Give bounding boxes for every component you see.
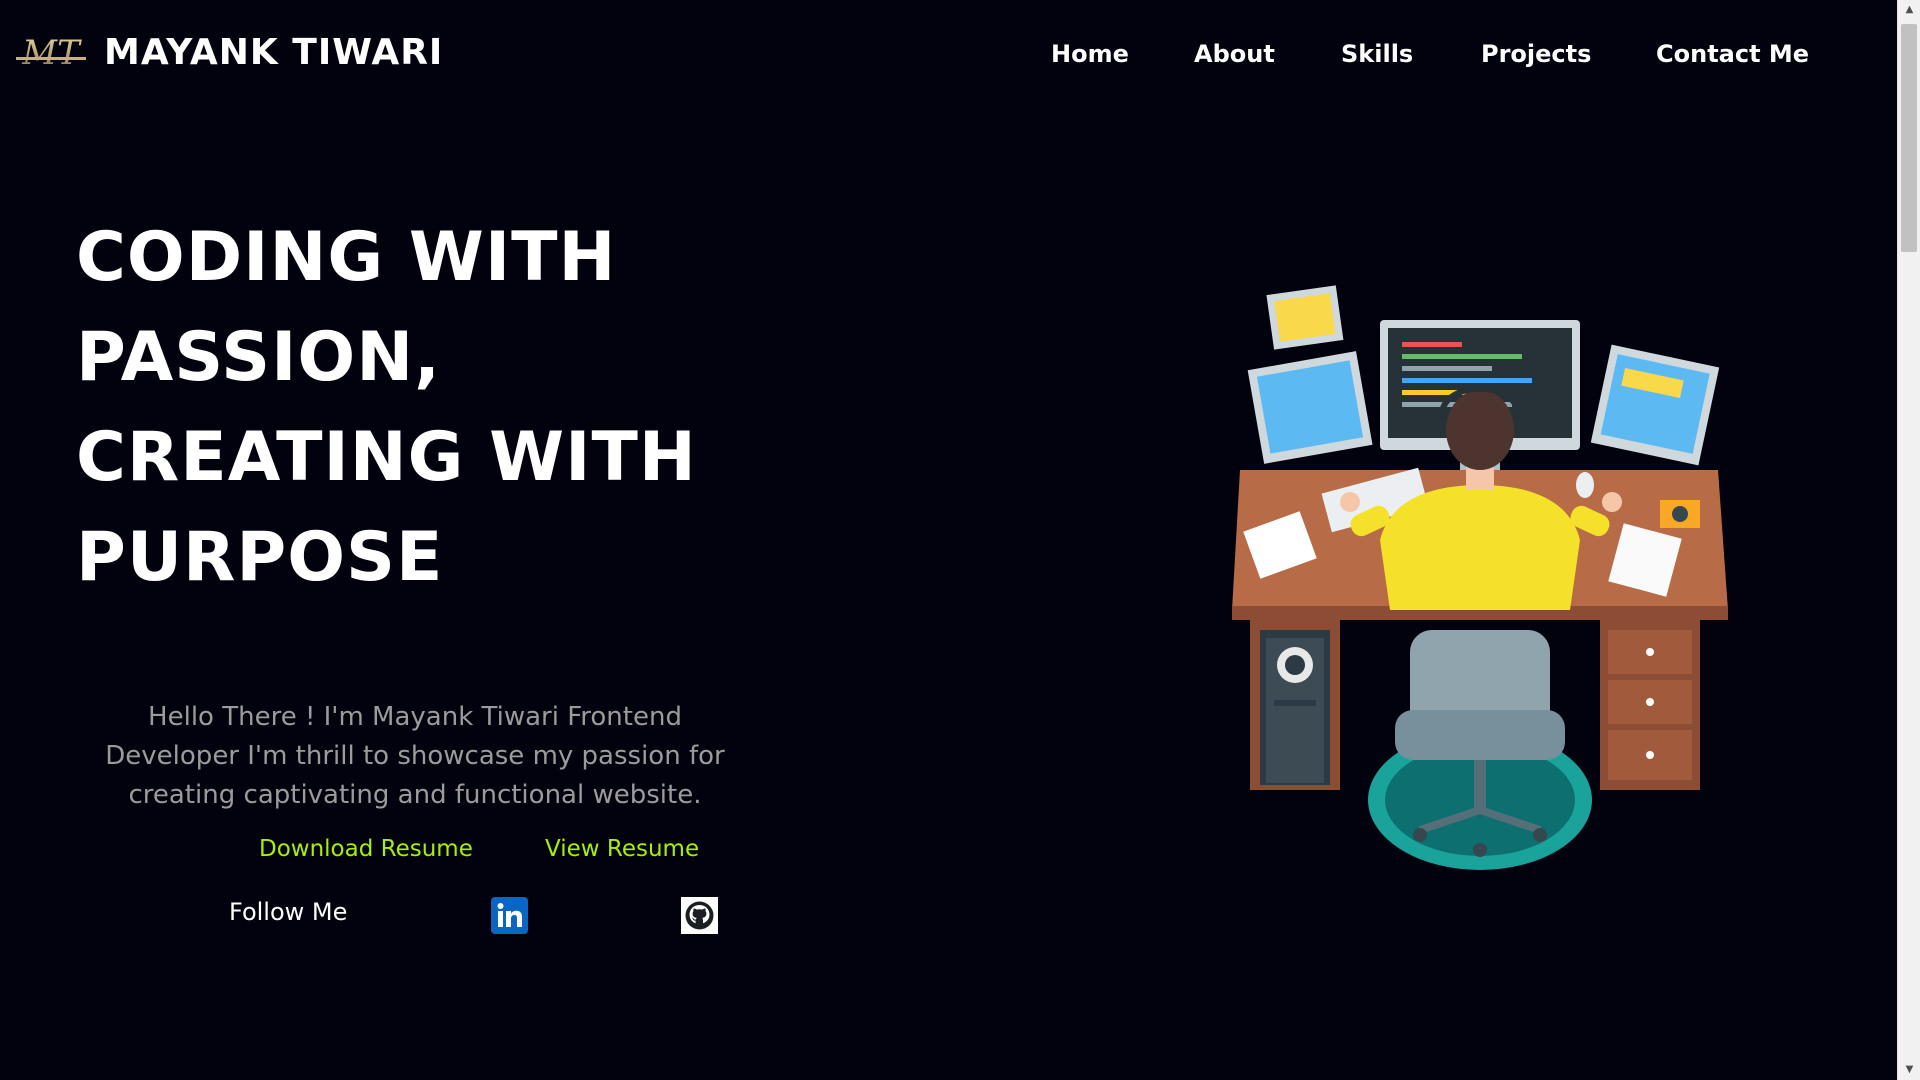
github-icon[interactable] <box>681 897 718 934</box>
nav-skills[interactable]: Skills <box>1341 40 1413 68</box>
intro-text: Hello There ! I'm Mayank Tiwari Frontend… <box>105 702 725 810</box>
follow-me-label: Follow Me <box>229 898 348 926</box>
page-scrollbar[interactable]: ▲ ▼ <box>1897 0 1920 1080</box>
hero-title: CODING WITH PASSION, CREATING WITH PURPO… <box>76 208 776 608</box>
scroll-down-icon[interactable]: ▼ <box>1898 1060 1920 1080</box>
download-resume-link[interactable]: Download Resume <box>259 836 473 862</box>
hero-title-line: CREATING WITH <box>76 418 697 497</box>
view-resume-link[interactable]: View Resume <box>545 836 699 862</box>
scroll-up-icon[interactable]: ▲ <box>1898 0 1920 20</box>
nav-about[interactable]: About <box>1194 40 1275 68</box>
nav-home[interactable]: Home <box>1051 40 1129 68</box>
linkedin-icon[interactable] <box>491 897 528 934</box>
hero-title-line: PURPOSE <box>76 518 444 597</box>
site-header: MT MAYANK TIWARI Home About Skills Proje… <box>0 0 1897 108</box>
portfolio-page: MT MAYANK TIWARI Home About Skills Proje… <box>0 0 1920 1080</box>
scroll-thumb[interactable] <box>1901 24 1917 252</box>
developer-illustration <box>1232 285 1728 870</box>
logo-text: MT <box>21 33 82 73</box>
brand-name[interactable]: MAYANK TIWARI <box>104 32 443 73</box>
nav-contact[interactable]: Contact Me <box>1656 40 1809 68</box>
mt-logo[interactable]: MT <box>14 30 88 76</box>
nav-projects[interactable]: Projects <box>1481 40 1591 68</box>
hero-title-line: CODING WITH <box>76 218 617 297</box>
hero-title-line: PASSION, <box>76 318 441 397</box>
